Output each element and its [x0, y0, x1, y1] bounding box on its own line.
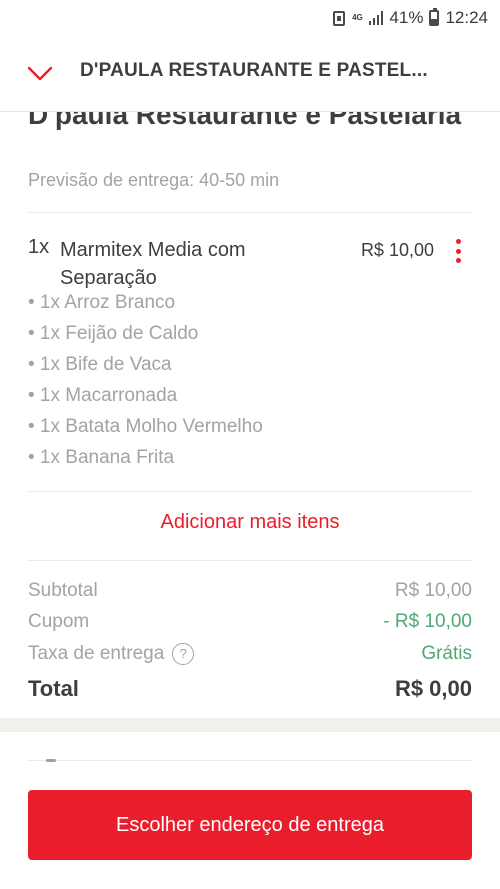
item-options-list: • 1x Arroz Branco • 1x Feijão de Caldo •… [28, 287, 263, 473]
battery-percent: 41% [389, 8, 424, 27]
status-bar: 4G 41% 12:24 [0, 0, 500, 36]
more-vertical-icon[interactable] [454, 239, 462, 263]
delivery-fee-value: Grátis [421, 643, 472, 664]
item-option: • 1x Arroz Branco [28, 292, 176, 313]
total-value: R$ 0,00 [394, 676, 472, 701]
delivery-estimate: Previsão de entrega: 40-50 min [28, 170, 280, 190]
total-label: Total [28, 676, 79, 701]
subtotal-label: Subtotal [28, 580, 98, 601]
signal-icon [369, 11, 384, 25]
item-option: • 1x Banana Frita [28, 447, 175, 468]
page-title: D'PAULA RESTAURANTE E PASTEL... [80, 60, 428, 81]
subtotal-row: Subtotal R$ 10,00 [28, 578, 472, 606]
divider [28, 760, 472, 761]
sim-card-icon [333, 10, 346, 26]
network-type: 4G [352, 13, 363, 22]
chevron-down-icon[interactable] [27, 62, 53, 86]
item-option: • 1x Macarronada [28, 385, 178, 406]
coupon-label: Cupom [28, 611, 90, 632]
add-more-items-link[interactable]: Adicionar mais itens [0, 511, 500, 534]
item-price: R$ 10,00 [360, 240, 434, 260]
partial-content [46, 759, 56, 762]
subtotal-value: R$ 10,00 [394, 580, 472, 601]
top-app-bar: D'PAULA RESTAURANTE E PASTEL... [0, 36, 500, 112]
item-name: Marmitex Media com Separação [60, 239, 246, 289]
choose-delivery-address-button[interactable]: Escolher endereço de entrega [28, 790, 472, 860]
coupon-value: - R$ 10,00 [383, 611, 472, 632]
bottom-action-bar: Escolher endereço de entrega [0, 776, 500, 889]
divider [28, 491, 472, 492]
item-quantity: 1x [28, 236, 50, 258]
total-row: Total R$ 0,00 [28, 674, 472, 706]
battery-icon [429, 8, 440, 26]
help-circle-icon[interactable]: ? [172, 643, 195, 665]
item-option: • 1x Batata Molho Vermelho [28, 416, 263, 437]
item-option: • 1x Feijão de Caldo [28, 323, 199, 344]
status-indicators: 4G 41% 12:24 [333, 7, 488, 29]
item-option: • 1x Bife de Vaca [28, 354, 172, 375]
divider [28, 212, 472, 213]
section-separator [0, 718, 500, 732]
divider [28, 560, 472, 561]
clock: 12:24 [445, 8, 488, 27]
delivery-fee-label: Taxa de entrega [28, 643, 165, 664]
delivery-fee-row: Taxa de entrega? Grátis [28, 641, 472, 669]
coupon-row: Cupom - R$ 10,00 [28, 609, 472, 637]
